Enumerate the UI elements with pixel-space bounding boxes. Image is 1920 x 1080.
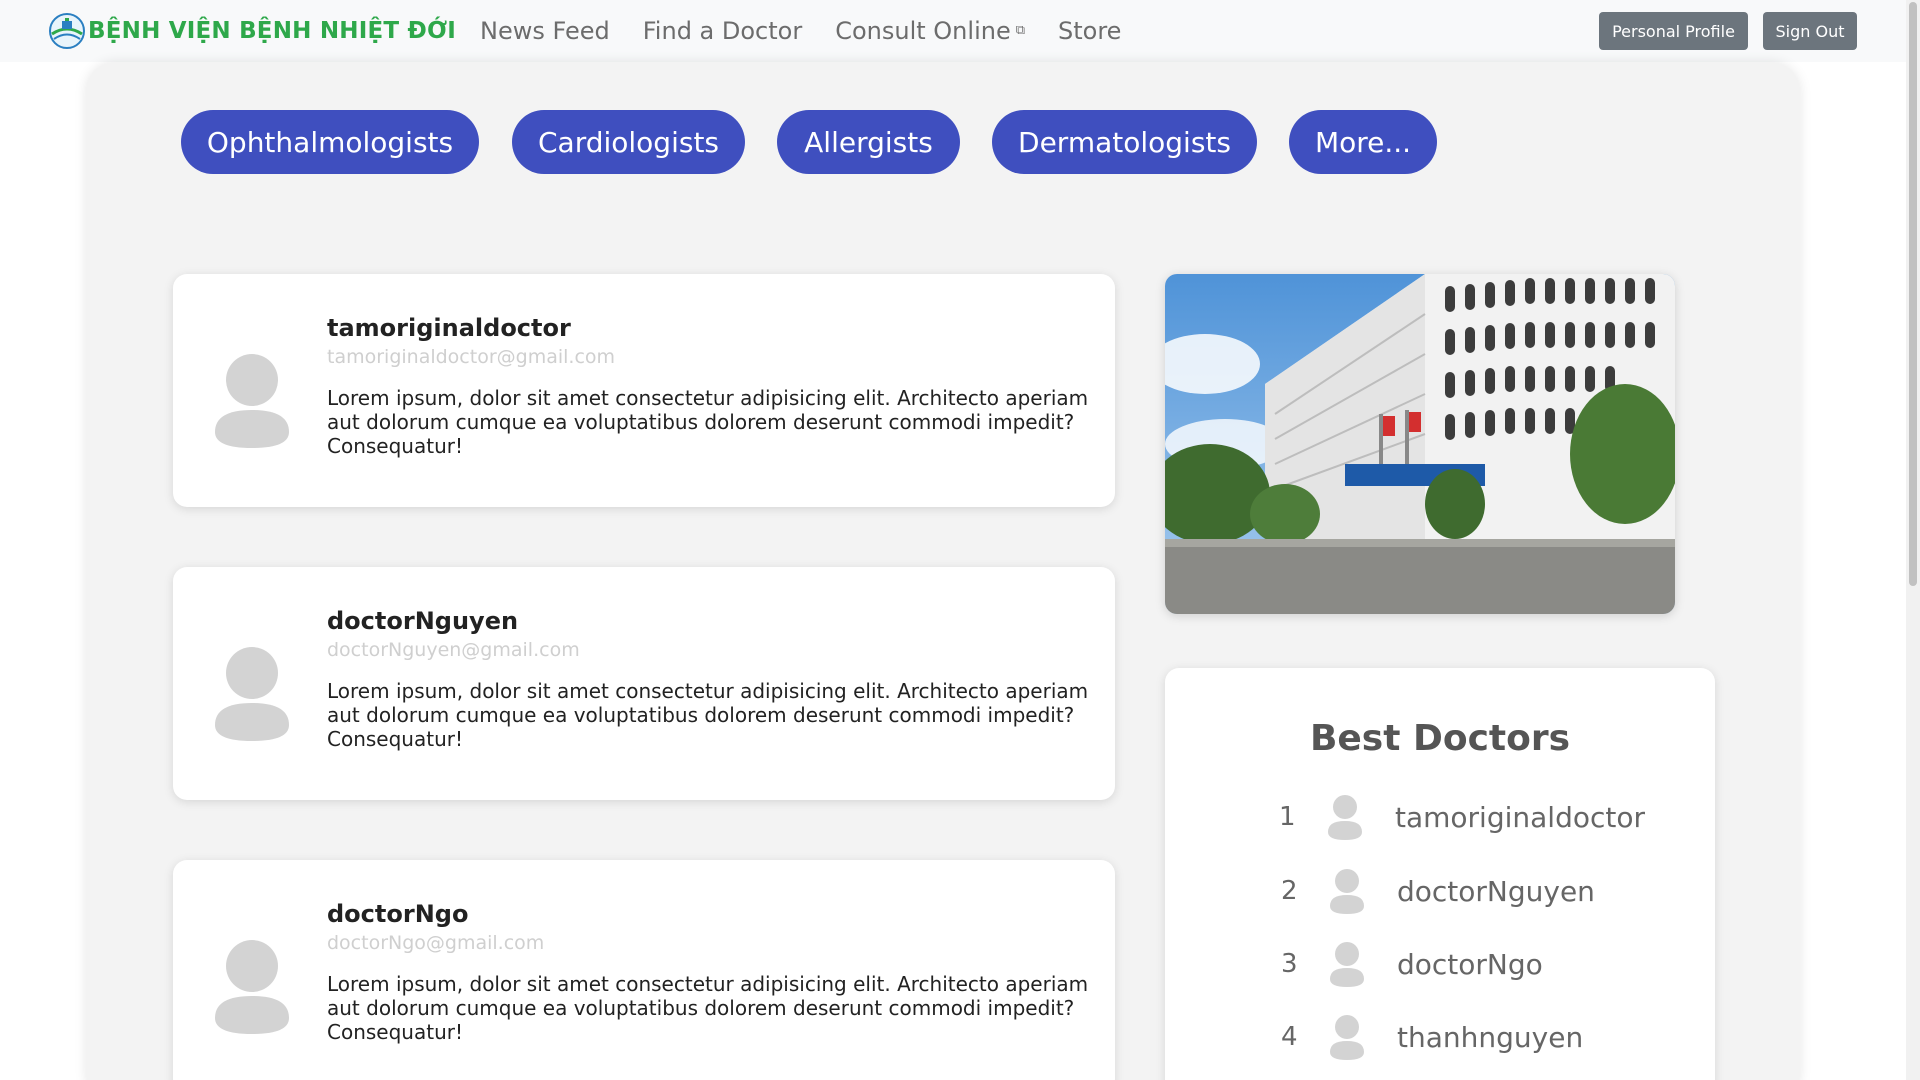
doctor-card[interactable]: doctorNguyen doctorNguyen@gmail.com Lore… [173,567,1115,800]
personal-profile-button[interactable]: Personal Profile [1599,12,1748,50]
doctor-email: doctorNguyen@gmail.com [327,639,580,661]
best-doctor-row[interactable]: 1 tamoriginaldoctor [1279,792,1645,842]
specialty-cardiologists-button[interactable]: Cardiologists [512,110,745,174]
best-doctor-name[interactable]: doctorNguyen [1397,875,1595,908]
hospital-logo-icon [49,13,85,49]
doctor-bio: Lorem ipsum, dolor sit amet consectetur … [327,679,1089,751]
external-link-icon: ⧉ [1015,23,1026,38]
avatar-icon [1330,942,1364,987]
nav-find-doctor[interactable]: Find a Doctor [643,14,802,48]
brand-name: BỆNH VIỆN BỆNH NHIỆT ĐỚI [88,18,457,44]
nav-consult-online[interactable]: Consult Online ⧉ [835,14,1025,48]
nav-news-feed[interactable]: News Feed [480,14,610,48]
doctor-bio: Lorem ipsum, dolor sit amet consectetur … [327,972,1089,1044]
doctor-card[interactable]: doctorNgo doctorNgo@gmail.com Lorem ipsu… [173,860,1115,1080]
specialty-dermatologists-button[interactable]: Dermatologists [992,110,1257,174]
doctor-bio: Lorem ipsum, dolor sit amet consectetur … [327,386,1089,458]
best-doctor-name[interactable]: doctorNgo [1397,948,1543,981]
specialty-ophthalmologists-button[interactable]: Ophthalmologists [181,110,479,174]
specialty-more-button[interactable]: More... [1289,110,1437,174]
best-doctor-row[interactable]: 3 doctorNgo [1281,939,1543,989]
brand-link[interactable]: BỆNH VIỆN BỆNH NHIỆT ĐỚI [48,12,456,50]
best-doctor-name[interactable]: tamoriginaldoctor [1395,801,1645,834]
best-doctor-name[interactable]: thanhnguyen [1397,1021,1583,1054]
doctor-card[interactable]: tamoriginaldoctor tamoriginaldoctor@gmai… [173,274,1115,507]
nav-links: News Feed Find a Doctor Consult Online ⧉… [480,14,1154,48]
rank-number: 3 [1281,949,1298,979]
rank-number: 2 [1281,876,1298,906]
hospital-building-image [1165,274,1675,614]
doctor-username[interactable]: doctorNguyen [327,607,518,635]
avatar-icon [1330,1015,1364,1060]
scrollbar-thumb[interactable] [1909,2,1917,586]
hospital-photo [1165,274,1675,614]
specialty-allergists-button[interactable]: Allergists [777,110,960,174]
rank-number: 1 [1279,802,1296,832]
avatar-icon [215,354,289,448]
avatar-icon [215,647,289,741]
best-doctors-title: Best Doctors [1309,718,1571,759]
doctor-email: doctorNgo@gmail.com [327,932,545,954]
doctor-email: tamoriginaldoctor@gmail.com [327,346,616,368]
doctor-username[interactable]: doctorNgo [327,900,468,928]
best-doctors-panel: Best Doctors 1 tamoriginaldoctor 2 docto… [1165,668,1715,1080]
avatar-icon [1330,869,1364,914]
sign-out-button[interactable]: Sign Out [1763,12,1857,50]
avatar-icon [215,940,289,1034]
page-scrollbar[interactable] [1906,0,1920,1080]
nav-consult-online-label: Consult Online [835,17,1011,45]
top-navbar: BỆNH VIỆN BỆNH NHIỆT ĐỚI News Feed Find … [0,0,1906,62]
nav-store[interactable]: Store [1058,14,1121,48]
doctor-username[interactable]: tamoriginaldoctor [327,314,571,342]
avatar-icon [1328,795,1362,840]
rank-number: 4 [1281,1022,1298,1052]
best-doctor-row[interactable]: 2 doctorNguyen [1281,866,1595,916]
best-doctor-row[interactable]: 4 thanhnguyen [1281,1012,1583,1062]
